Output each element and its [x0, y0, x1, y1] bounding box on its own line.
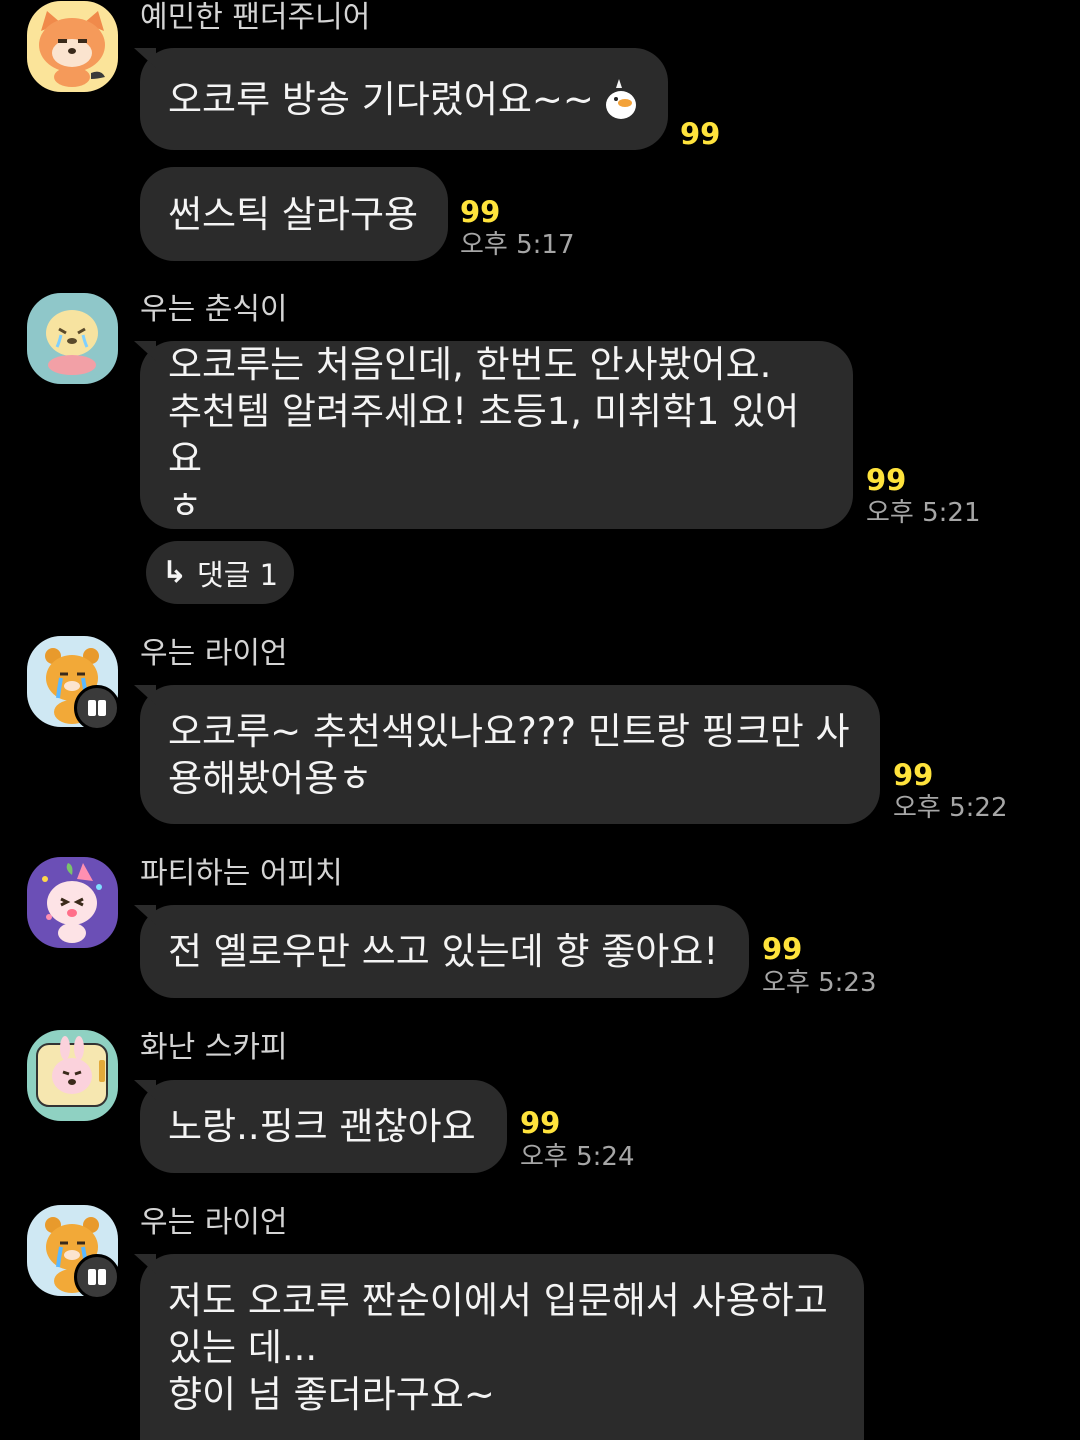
- reply-label: 댓글 1: [197, 557, 279, 592]
- message-text: 오코루는 처음인데, 한번도 안사봤어요. 추천템 알려주세요! 초등1, 미취…: [168, 343, 800, 527]
- unread-count: 99: [762, 932, 803, 966]
- duck-emoticon-icon: [602, 77, 640, 121]
- sender-name: 우는 라이언: [140, 636, 288, 671]
- sender-name: 우는 라이언: [140, 1205, 288, 1240]
- unread-count: 99: [680, 117, 721, 151]
- sender-name: 화난 스카피: [140, 1030, 288, 1065]
- message-text: 노랑..핑크 괜찮아요: [168, 1105, 476, 1148]
- unread-count: 99: [893, 758, 934, 792]
- message-time: 오후 5:22: [893, 793, 1008, 823]
- message-text: 전 옐로우만 쓰고 있는데 향 좋아요!: [168, 930, 719, 973]
- talk-badge-icon: [74, 685, 120, 731]
- unread-count: 99: [520, 1106, 561, 1140]
- angry-scappy-avatar-icon[interactable]: [27, 1030, 118, 1121]
- message-time: 오후 5:24: [520, 1142, 635, 1172]
- crying-ryan-avatar-icon[interactable]: [27, 1205, 120, 1300]
- message-bubble[interactable]: 오코루는 처음인데, 한번도 안사봤어요. 추천템 알려주세요! 초등1, 미취…: [140, 341, 853, 529]
- message-text: 오코루~ 추천색있나요??? 민트랑 핑크만 사 용해봤어용ㅎ: [168, 709, 850, 800]
- sender-name: 예민한 팬더주니어: [140, 0, 371, 35]
- unread-count: 99: [866, 463, 907, 497]
- message-time: 오후 5:21: [866, 498, 981, 528]
- message-text: 오코루 방송 기다렸어요~~: [168, 77, 594, 121]
- message-text: 저도 오코루 짠순이에서 입문해서 사용하고 있는 데... 향이 넘 좋더라구…: [168, 1278, 828, 1416]
- reply-arrow-icon: ↳: [161, 555, 188, 590]
- crying-choonsik-avatar-icon[interactable]: [27, 293, 118, 384]
- message-bubble[interactable]: 저도 오코루 짠순이에서 입문해서 사용하고 있는 데... 향이 넘 좋더라구…: [140, 1254, 864, 1440]
- message-bubble[interactable]: 썬스틱 살라구용: [140, 167, 448, 261]
- party-apeach-avatar-icon[interactable]: [27, 857, 118, 948]
- message-bubble[interactable]: 전 옐로우만 쓰고 있는데 향 좋아요!: [140, 905, 749, 998]
- message-time: 오후 5:17: [460, 230, 575, 260]
- sender-name: 우는 춘식이: [140, 292, 288, 327]
- reply-button[interactable]: ↳ 댓글 1: [146, 541, 294, 604]
- talk-badge-icon: [74, 1254, 120, 1300]
- message-time: 오후 5:23: [762, 968, 877, 998]
- sender-name: 파티하는 어피치: [140, 856, 343, 891]
- message-bubble[interactable]: 노랑..핑크 괜찮아요: [140, 1080, 507, 1173]
- message-text: 썬스틱 살라구용: [168, 192, 419, 236]
- message-bubble[interactable]: 오코루~ 추천색있나요??? 민트랑 핑크만 사 용해봤어용ㅎ: [140, 685, 880, 824]
- panda-junior-avatar-icon[interactable]: [27, 1, 118, 92]
- crying-ryan-avatar-icon[interactable]: [27, 636, 120, 731]
- unread-count: 99: [460, 195, 501, 229]
- message-bubble[interactable]: 오코루 방송 기다렸어요~~: [140, 48, 668, 150]
